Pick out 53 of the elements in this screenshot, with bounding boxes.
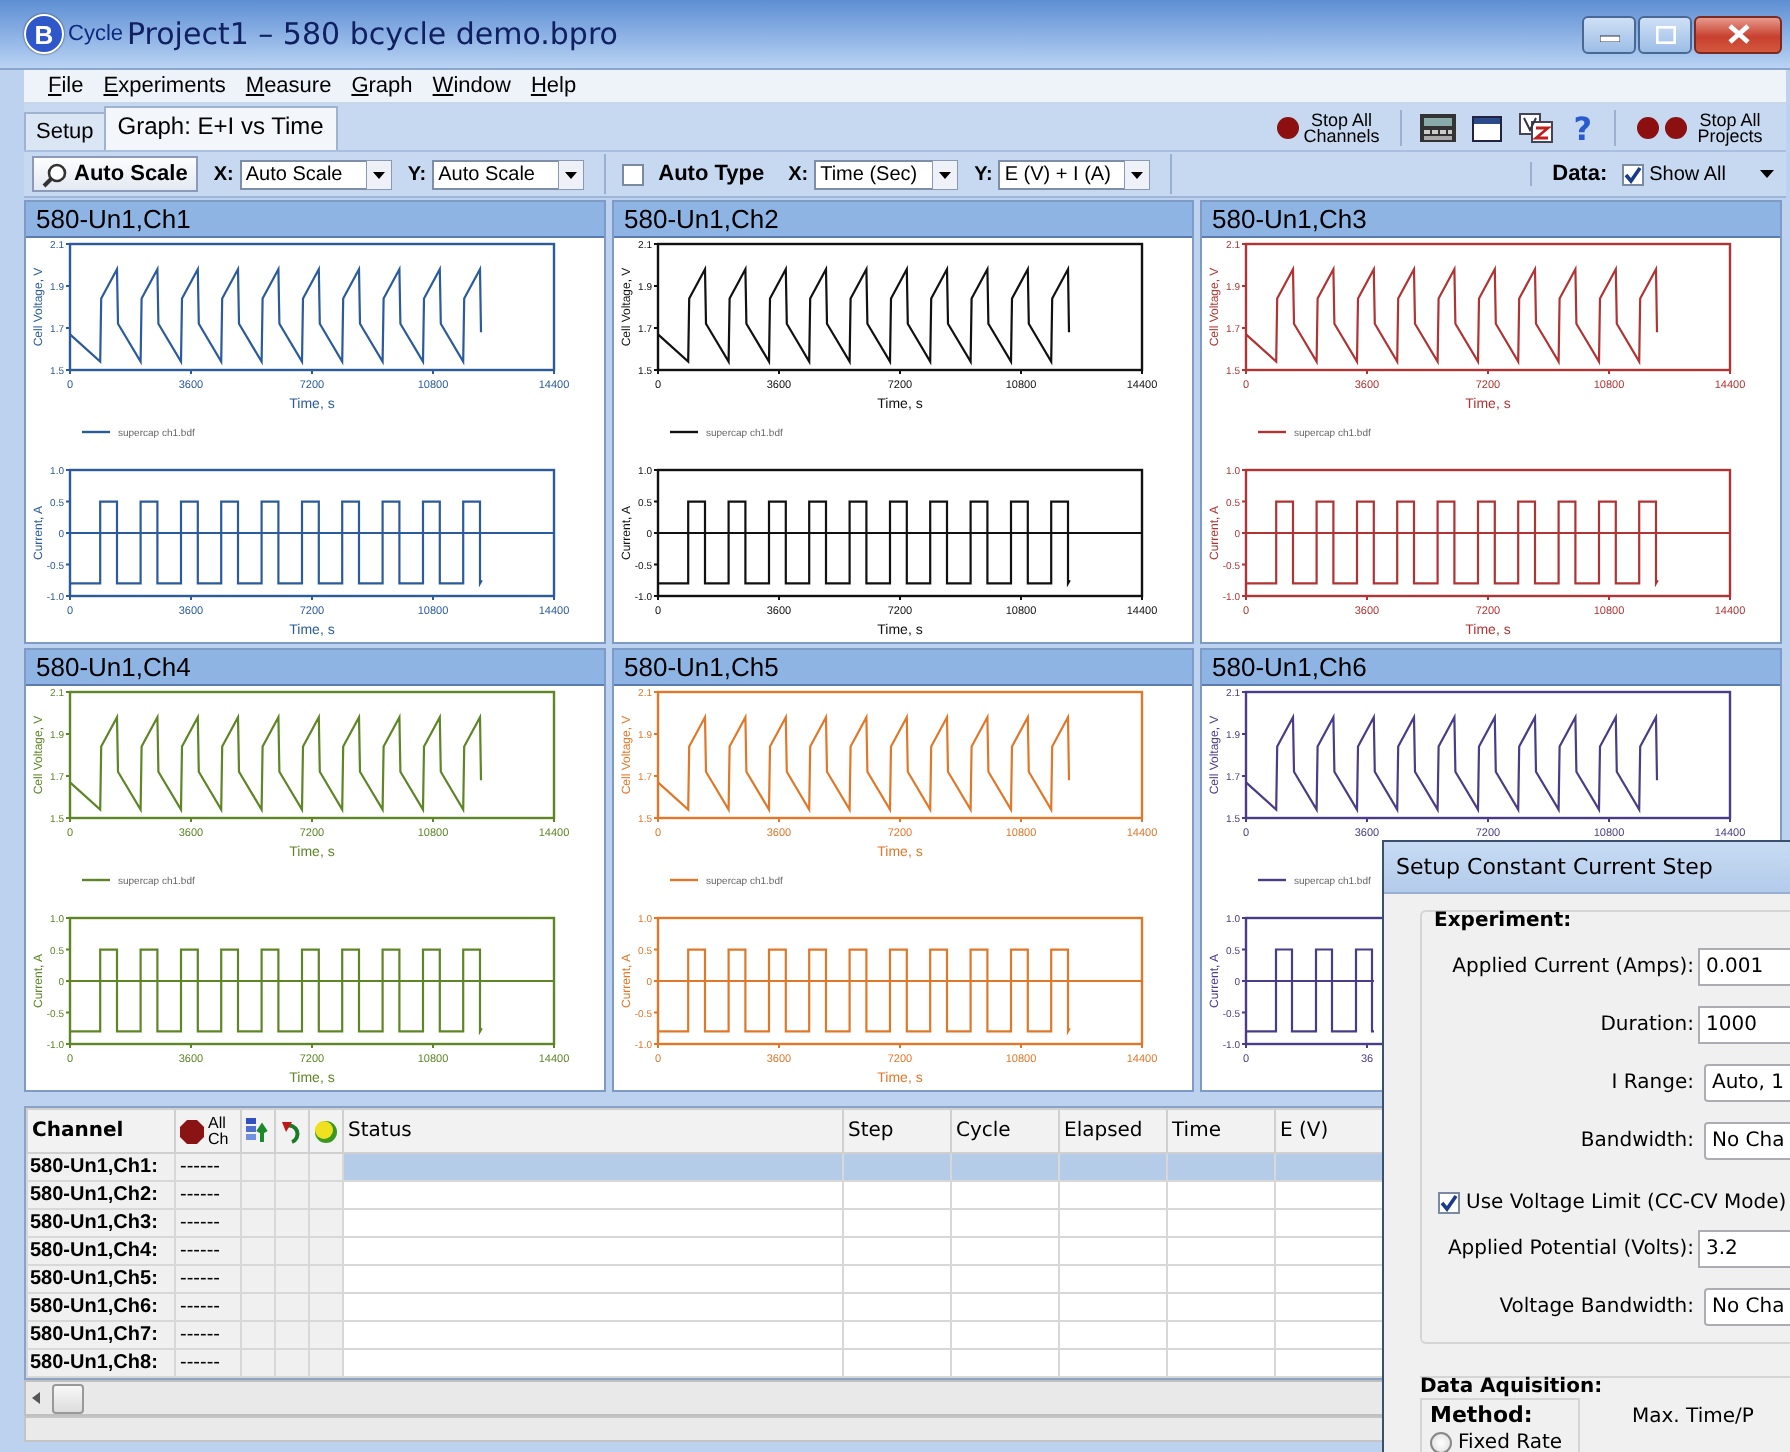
checkbox-label: Auto Type (658, 162, 765, 186)
field-label: Duration: (1598, 1014, 1696, 1036)
row-header: 580-Un1,Ch3: (27, 1209, 175, 1237)
field-label: Max. Time/P (1632, 1406, 1754, 1428)
column-header: Time (1167, 1109, 1275, 1153)
app-logo: B (24, 14, 64, 54)
column-header: Cycle (951, 1109, 1059, 1153)
panel-title: 580-Un1,Ch5 (614, 650, 1192, 686)
panel-title: 580-Un1,Ch4 (26, 650, 604, 686)
column-header: Step (843, 1109, 951, 1153)
panel-title: 580-Un1,Ch2 (614, 202, 1192, 238)
table-cell: ------ (175, 1349, 241, 1377)
table-cell: ------ (175, 1321, 241, 1349)
field-label: Voltage Bandwidth: (1497, 1296, 1696, 1318)
row-header: 580-Un1,Ch8: (27, 1349, 175, 1377)
group-heading: Method: (1430, 1402, 1535, 1428)
field-label: Applied Potential (Volts): (1445, 1238, 1696, 1260)
column-header: All Ch (208, 1115, 231, 1147)
table-cell: ------ (175, 1293, 241, 1321)
window-title: Project1 – 580 bcycle demo.bpro (127, 16, 620, 52)
radio-label: Fixed Rate (1458, 1432, 1563, 1452)
panel-title: 580-Un1,Ch3 (1202, 202, 1780, 238)
panel-title: 580-Un1,Ch1 (26, 202, 604, 238)
table-cell: ------ (175, 1209, 241, 1237)
column-header: E (V) (1275, 1109, 1383, 1153)
row-header: 580-Un1,Ch7: (27, 1321, 175, 1349)
field-label: Applied Current (Amps): (1450, 956, 1696, 978)
row-header: 580-Un1,Ch6: (27, 1293, 175, 1321)
column-header: Elapsed (1059, 1109, 1167, 1153)
dialog-title: Setup Constant Current Step (1384, 842, 1790, 894)
group-heading: Data Aquisition: (1420, 1376, 1605, 1398)
table-cell: ------ (175, 1153, 241, 1181)
row-header: 580-Un1,Ch2: (27, 1181, 175, 1209)
field-label: X: (788, 163, 809, 185)
table-cell: ------ (175, 1265, 241, 1293)
group-heading: Experiment: (1434, 910, 1574, 932)
column-header: Status (343, 1109, 843, 1153)
field-label: Y: (974, 163, 993, 185)
checkbox-label: Use Voltage Limit (CC-CV Mode) (1466, 1192, 1787, 1214)
app-name: Cycle (68, 22, 124, 46)
row-header: 580-Un1,Ch1: (27, 1153, 175, 1181)
field-label: Y: (407, 163, 427, 185)
checkbox-label: Show All (1649, 163, 1726, 185)
table-cell: ------ (175, 1181, 241, 1209)
field-label: I Range: (1609, 1072, 1696, 1094)
table-cell: ------ (175, 1237, 241, 1265)
field-label: Data: (1552, 162, 1608, 186)
row-header: 580-Un1,Ch5: (27, 1265, 175, 1293)
row-header: 580-Un1,Ch4: (27, 1237, 175, 1265)
field-label: Bandwidth: (1578, 1130, 1696, 1152)
field-label: X: (213, 163, 234, 185)
panel-title: 580-Un1,Ch6 (1202, 650, 1780, 686)
column-header: Channel (27, 1109, 175, 1153)
